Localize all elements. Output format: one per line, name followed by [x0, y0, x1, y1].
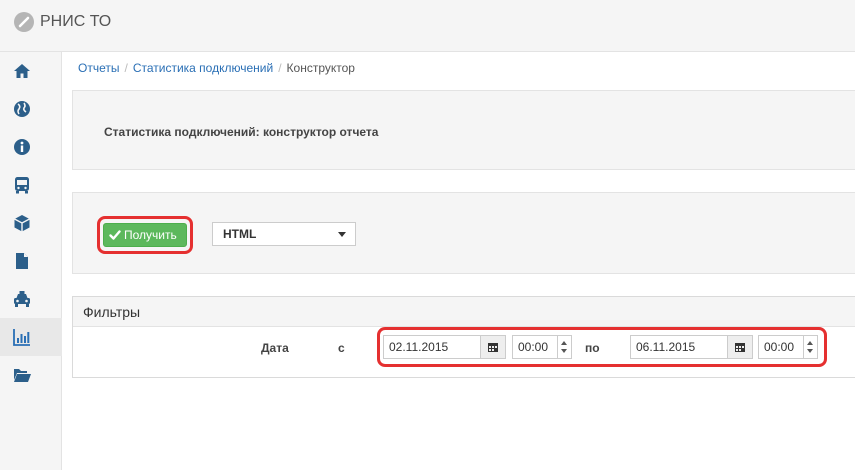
to-time-spinner[interactable] — [804, 335, 818, 359]
breadcrumb-link-connection-stats[interactable]: Статистика подключений — [133, 61, 273, 75]
check-icon — [109, 230, 121, 240]
app-title[interactable]: РНИС ТО — [40, 12, 111, 32]
sidebar-item-bus[interactable] — [0, 166, 62, 204]
format-select-value: HTML — [223, 227, 257, 241]
to-date-calendar-button[interactable] — [727, 335, 753, 359]
filters-title: Фильтры — [83, 304, 141, 320]
taxi-icon — [12, 289, 32, 309]
bar-chart-icon — [12, 327, 32, 347]
sidebar-item-folder[interactable] — [0, 356, 62, 394]
from-label: с — [338, 341, 345, 355]
from-time-input[interactable]: 00:00 — [512, 335, 558, 359]
document-icon — [12, 251, 32, 271]
breadcrumb: Отчеты / Статистика подключений / Конструкто… — [78, 60, 355, 76]
breadcrumb-link-reports[interactable]: Отчеты — [78, 61, 119, 75]
sidebar-item-statistics[interactable] — [0, 318, 62, 356]
sidebar-item-home[interactable] — [0, 52, 62, 90]
from-time-spinner[interactable] — [558, 335, 572, 359]
info-icon — [12, 137, 32, 157]
date-label: Дата — [261, 341, 289, 355]
sidebar — [0, 52, 62, 470]
get-report-button[interactable]: Получить — [103, 223, 187, 247]
format-select[interactable]: HTML — [212, 222, 356, 246]
breadcrumb-current: Конструктор — [286, 61, 355, 75]
calendar-icon — [735, 343, 745, 352]
page-title: Статистика подключений: конструктор отче… — [104, 125, 379, 139]
cube-icon — [12, 213, 32, 233]
spinner-up-icon — [561, 341, 567, 345]
breadcrumb-separator: / — [124, 61, 128, 75]
spinner-down-icon — [807, 349, 813, 353]
slash-circle-icon — [14, 12, 34, 32]
spinner-up-icon — [807, 341, 813, 345]
from-date-input[interactable]: 02.11.2015 — [383, 335, 481, 359]
calendar-icon — [488, 343, 498, 352]
folder-open-icon — [12, 365, 32, 385]
to-label: по — [585, 341, 600, 355]
breadcrumb-separator: / — [278, 61, 282, 75]
sidebar-item-cube[interactable] — [0, 204, 62, 242]
globe-icon — [12, 99, 32, 119]
sidebar-item-globe[interactable] — [0, 90, 62, 128]
top-bar: РНИС ТО — [0, 0, 855, 52]
bus-icon — [12, 175, 32, 195]
get-button-highlight: Получить — [97, 216, 193, 254]
to-time-input[interactable]: 00:00 — [758, 335, 804, 359]
spinner-down-icon — [561, 349, 567, 353]
from-date-calendar-button[interactable] — [480, 335, 506, 359]
get-report-button-label: Получить — [124, 228, 177, 242]
home-icon — [12, 61, 32, 81]
to-date-input[interactable]: 06.11.2015 — [630, 335, 728, 359]
sidebar-item-taxi[interactable] — [0, 280, 62, 318]
sidebar-item-info[interactable] — [0, 128, 62, 166]
caret-down-icon — [338, 232, 346, 237]
filters-header: Фильтры — [73, 297, 855, 327]
sidebar-item-document[interactable] — [0, 242, 62, 280]
